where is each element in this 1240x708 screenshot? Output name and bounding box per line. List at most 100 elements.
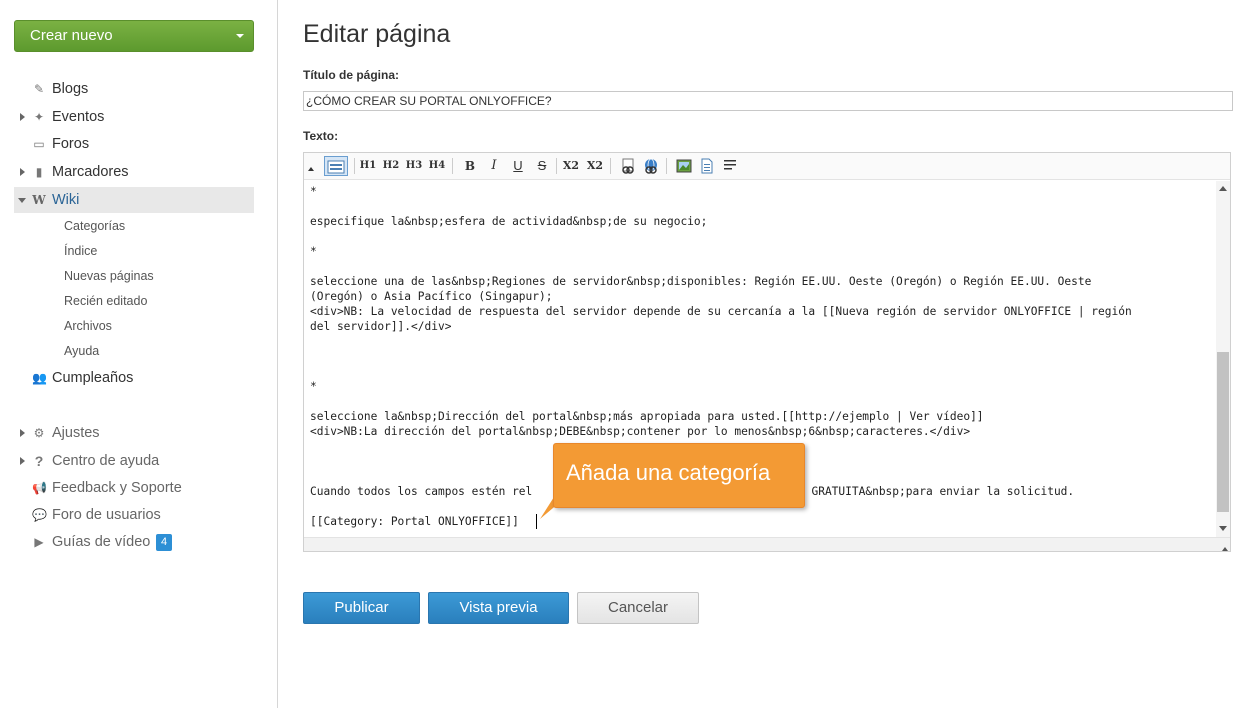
users-icon: 👥	[32, 371, 47, 385]
superscript-label: X2	[586, 159, 604, 172]
bookmark-icon: ▮	[35, 165, 43, 179]
wiki-icon: W	[32, 193, 46, 207]
question-icon: ?	[34, 453, 44, 469]
external-link-icon[interactable]	[641, 156, 661, 176]
collapse-arrow-icon[interactable]	[18, 198, 26, 203]
play-icon: ▶	[34, 535, 44, 549]
text-line: A GRATUITA&nbsp;para enviar la solicitud…	[798, 485, 1075, 498]
sidebar-item-label: Wiki	[52, 192, 80, 208]
expand-arrow-icon[interactable]	[20, 457, 25, 465]
text-label: Texto:	[303, 129, 339, 143]
page-title: Editar página	[303, 20, 451, 48]
sidebar-item-ajustes[interactable]: ⚙ Ajustes	[14, 420, 254, 446]
strikethrough-button[interactable]: S	[532, 156, 552, 176]
wiki-mode-icon[interactable]	[324, 156, 348, 176]
text-cursor	[536, 514, 537, 529]
callout-tooltip: Añada una categoría	[553, 443, 805, 508]
toolbar-separator	[666, 158, 667, 174]
chat-icon: ▭	[33, 137, 45, 151]
subscript-label: X2	[562, 159, 580, 172]
wiki-subitem-recien-editado[interactable]: Recién editado	[64, 291, 147, 311]
expand-arrow-icon[interactable]	[20, 113, 25, 121]
subscript-button[interactable]: X2	[561, 156, 581, 176]
sidebar-item-label: Centro de ayuda	[52, 453, 160, 469]
toolbar-collapse-icon[interactable]	[308, 167, 314, 171]
text-line: <div>NB: La velocidad de respuesta del s…	[310, 305, 1132, 318]
editor-footer	[304, 537, 1230, 551]
preview-button[interactable]: Vista previa	[428, 592, 569, 624]
scroll-down-icon[interactable]	[1219, 526, 1227, 531]
sidebar-item-cumpleanos[interactable]: 👥 Cumpleaños	[14, 365, 254, 391]
expand-arrow-icon[interactable]	[20, 168, 25, 176]
document-icon[interactable]	[697, 156, 717, 176]
wiki-subitem-categorias[interactable]: Categorías	[64, 216, 125, 236]
toolbar-separator	[354, 158, 355, 174]
heading1-button[interactable]: H1	[358, 156, 378, 176]
link-icon[interactable]	[618, 156, 638, 176]
editor-toolbar: H1 H2 H3 H4 B I U S X2 X2	[304, 153, 1230, 180]
create-new-button[interactable]: Crear nuevo	[14, 20, 254, 52]
sidebar-item-label: Cumpleaños	[52, 370, 134, 386]
sidebar-item-guias-video[interactable]: ▶ Guías de vídeo 4	[14, 529, 254, 555]
heading3-button[interactable]: H3	[404, 156, 424, 176]
sidebar-item-label: Foros	[52, 136, 90, 152]
sidebar-item-label: Ajustes	[52, 425, 100, 441]
sidebar-item-foro-usuarios[interactable]: 💬 Foro de usuarios	[14, 502, 254, 528]
chevron-down-icon[interactable]	[236, 34, 244, 38]
italic-button[interactable]: I	[484, 156, 504, 176]
heading2-button[interactable]: H2	[381, 156, 401, 176]
wiki-subitem-archivos[interactable]: Archivos	[64, 316, 112, 336]
text-line: *	[310, 185, 317, 198]
edit-icon: ✎	[33, 82, 45, 96]
page-title-input[interactable]	[303, 91, 1233, 111]
scrollbar-thumb[interactable]	[1217, 352, 1229, 512]
text-line: Cuando todos los campos estén rel	[310, 485, 533, 498]
superscript-button[interactable]: X2	[585, 156, 605, 176]
megaphone-icon: 📢	[32, 481, 47, 495]
underline-button[interactable]: U	[508, 156, 528, 176]
sidebar-item-label: Marcadores	[52, 164, 129, 180]
toolbar-separator	[452, 158, 453, 174]
speech-bubble-icon: 💬	[32, 508, 47, 522]
page-title-label: Título de página:	[303, 68, 399, 82]
image-icon[interactable]	[674, 156, 694, 176]
publish-button[interactable]: Publicar	[303, 592, 420, 624]
pin-icon: ✦	[33, 110, 45, 124]
text-line: seleccione una de las&nbsp;Regiones de s…	[310, 275, 1092, 288]
text-line: *	[310, 380, 317, 393]
text-line: <div>NB:La dirección del portal&nbsp;DEB…	[310, 425, 971, 438]
horizontal-rule-icon[interactable]	[720, 156, 740, 176]
text-line-category: [[Category: Portal ONLYOFFICE]]	[310, 515, 519, 528]
text-line-content: especifique la&nbsp;esfera de actividad&…	[310, 215, 708, 228]
sidebar-item-centro-de-ayuda[interactable]: ? Centro de ayuda	[14, 448, 254, 474]
sidebar-item-label: Foro de usuarios	[52, 507, 161, 523]
wiki-subitem-indice[interactable]: Índice	[64, 241, 97, 261]
toolbar-separator	[610, 158, 611, 174]
text-line: *	[310, 245, 317, 258]
video-count-badge: 4	[156, 534, 172, 551]
create-new-label: Crear nuevo	[30, 27, 113, 44]
sidebar-item-blogs[interactable]: ✎ Blogs	[14, 76, 254, 102]
sidebar-item-marcadores[interactable]: ▮ Marcadores	[14, 159, 254, 185]
sidebar-item-label: Eventos	[52, 109, 105, 125]
bold-button[interactable]: B	[460, 156, 480, 176]
cancel-button[interactable]: Cancelar	[577, 592, 699, 624]
wiki-subitem-nuevas-paginas[interactable]: Nuevas páginas	[64, 266, 154, 286]
sidebar-item-label: Feedback y Soporte	[52, 480, 182, 496]
text-line: especifique la&nbsp;esfera de actividad&…	[310, 215, 707, 228]
gear-icon: ⚙	[33, 426, 45, 440]
expand-arrow-icon[interactable]	[20, 429, 25, 437]
toolbar-separator	[556, 158, 557, 174]
heading4-button[interactable]: H4	[427, 156, 447, 176]
wiki-subitem-ayuda[interactable]: Ayuda	[64, 341, 99, 361]
editor-scrollbar[interactable]	[1216, 181, 1230, 537]
sidebar-item-wiki[interactable]: W Wiki	[14, 187, 254, 213]
sidebar-item-eventos[interactable]: ✦ Eventos	[14, 104, 254, 130]
sidebar: Crear nuevo ✎ Blogs ✦ Eventos ▭ Foros ▮ …	[0, 0, 278, 708]
text-line: seleccione la&nbsp;Dirección del portal&…	[310, 410, 984, 423]
scroll-up-icon[interactable]	[1219, 186, 1227, 191]
resize-handle-icon[interactable]	[1222, 547, 1228, 551]
text-line: (Oregón) o Asia Pacífico (Singapur);	[310, 290, 553, 303]
sidebar-item-foros[interactable]: ▭ Foros	[14, 131, 254, 157]
sidebar-item-feedback[interactable]: 📢 Feedback y Soporte	[14, 475, 254, 501]
